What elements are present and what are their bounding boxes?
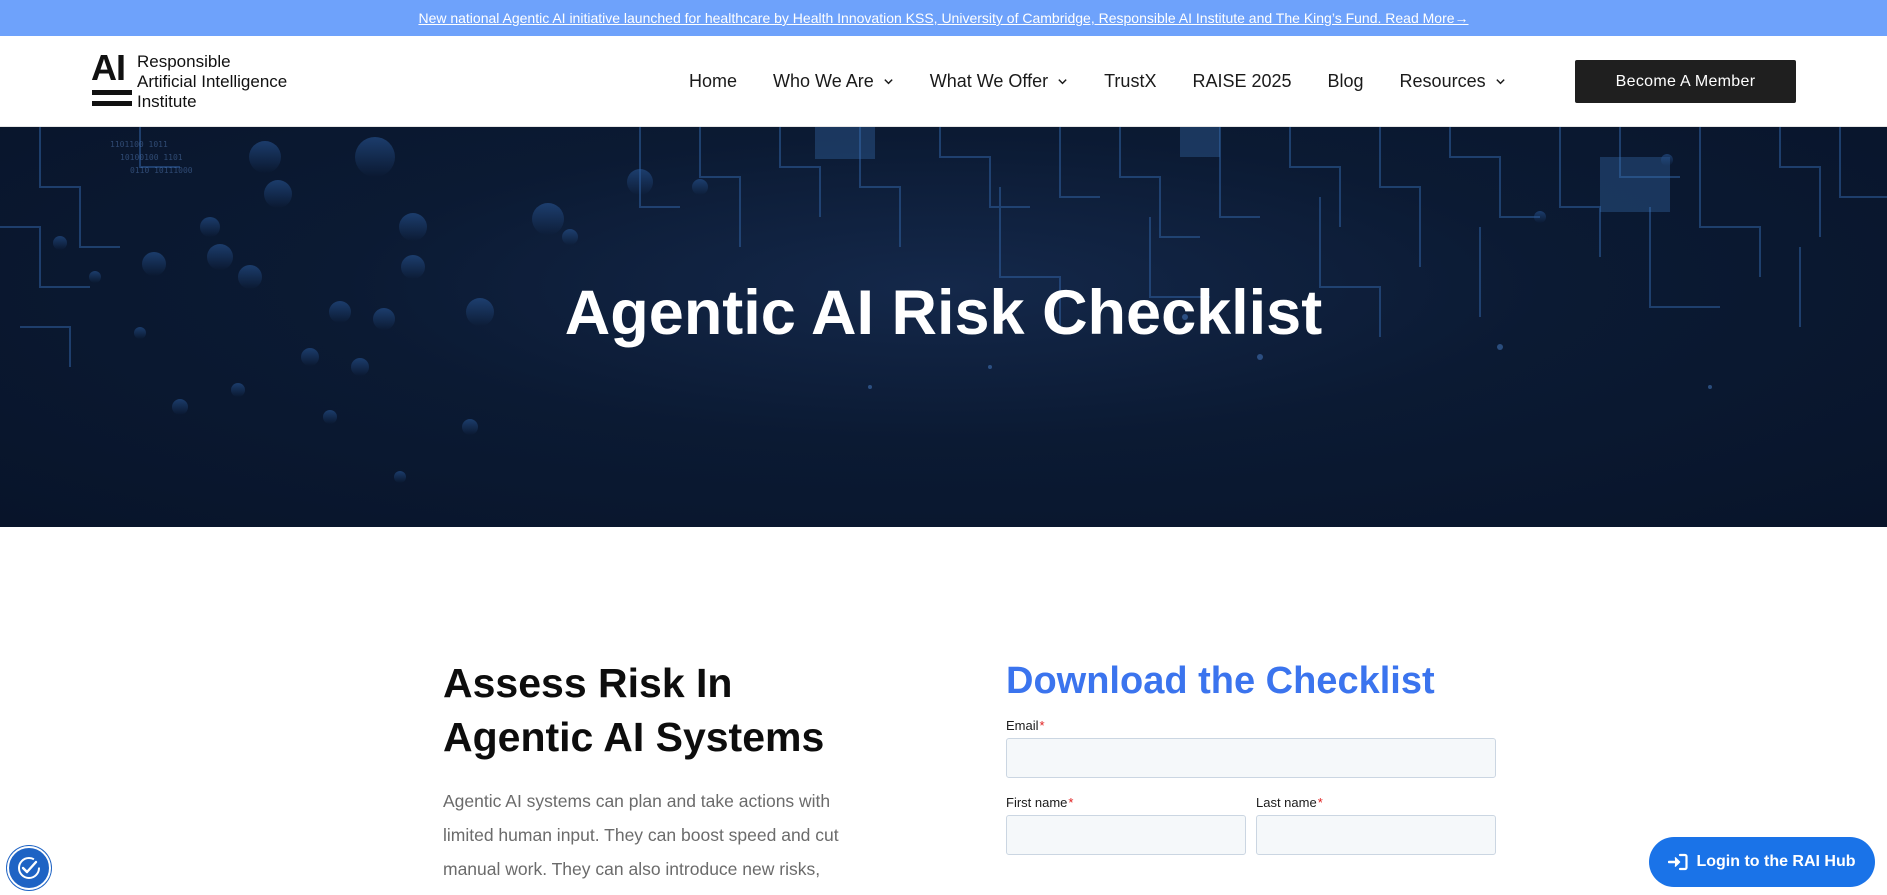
nav-item-home[interactable]: Home	[689, 71, 737, 92]
site-header: AI Responsible Artificial Intelligence I…	[0, 36, 1887, 127]
nav-item-raise-2025[interactable]: RAISE 2025	[1192, 71, 1291, 92]
become-member-button[interactable]: Become A Member	[1575, 60, 1796, 103]
required-marker: *	[1039, 718, 1045, 733]
logo-line-2: Artificial Intelligence	[137, 72, 288, 91]
svg-text:1101100 1011: 1101100 1011	[110, 140, 168, 149]
accessibility-check-icon	[18, 857, 40, 879]
required-marker: *	[1317, 795, 1323, 810]
login-rai-hub-label: Login to the RAI Hub	[1696, 853, 1856, 870]
email-label: Email*	[1006, 718, 1045, 733]
logo-mark: AI	[91, 47, 133, 111]
first-name-group: First name*	[1006, 795, 1246, 855]
section-heading-line-1: Assess Risk In	[443, 660, 733, 706]
svg-text:10100100 1101: 10100100 1101	[120, 153, 183, 162]
nav-item-who-we-are[interactable]: Who We Are	[773, 71, 894, 92]
svg-text:0110 10111000: 0110 10111000	[130, 166, 193, 175]
email-field[interactable]	[1006, 738, 1496, 778]
logo-text: Responsible Artificial Intelligence Inst…	[137, 52, 287, 112]
chevron-down-icon	[1058, 78, 1067, 84]
login-rai-hub-button[interactable]: Login to the RAI Hub	[1649, 837, 1875, 887]
chevron-down-icon	[1495, 78, 1505, 84]
first-name-field[interactable]	[1006, 815, 1246, 855]
section-heading: Assess Risk In Agentic AI Systems	[443, 656, 873, 764]
site-logo[interactable]: AI Responsible Artificial Intelligence I…	[91, 47, 287, 112]
download-form: Download the Checklist Email* First name…	[1006, 656, 1496, 855]
last-name-group: Last name*	[1256, 795, 1496, 855]
section-body: Agentic AI systems can plan and take act…	[443, 791, 839, 879]
required-marker: *	[1068, 795, 1074, 810]
logo-line-3: Institute	[137, 92, 197, 111]
email-field-group: Email*	[1006, 718, 1496, 778]
sign-in-icon	[1668, 853, 1689, 871]
name-row: First name* Last name*	[1006, 795, 1496, 855]
hero-banner: 1101100 1011 10100100 1101 0110 10111000…	[0, 127, 1887, 527]
nav-item-blog[interactable]: Blog	[1328, 71, 1364, 92]
nav-item-what-we-offer[interactable]: What We Offer	[930, 71, 1068, 92]
form-title: Download the Checklist	[1006, 660, 1435, 702]
section-heading-line-2: Agentic AI Systems	[443, 714, 825, 760]
main-nav: Home Who We Are What We Offer TrustX RAI…	[689, 36, 1542, 126]
last-name-field[interactable]	[1256, 815, 1496, 855]
accessibility-button[interactable]	[7, 846, 51, 890]
nav-item-trustx[interactable]: TrustX	[1104, 71, 1156, 92]
announcement-link[interactable]: New national Agentic AI initiative launc…	[418, 10, 1468, 26]
nav-item-resources[interactable]: Resources	[1400, 71, 1506, 92]
announcement-bar: New national Agentic AI initiative launc…	[0, 0, 1887, 36]
chevron-down-icon	[884, 78, 893, 84]
last-name-label: Last name*	[1256, 795, 1323, 810]
first-name-label: First name*	[1006, 795, 1074, 810]
intro-section: Assess Risk In Agentic AI Systems Agenti…	[443, 656, 873, 886]
page-title: Agentic AI Risk Checklist	[564, 278, 1323, 348]
logo-line-1: Responsible	[137, 52, 231, 71]
